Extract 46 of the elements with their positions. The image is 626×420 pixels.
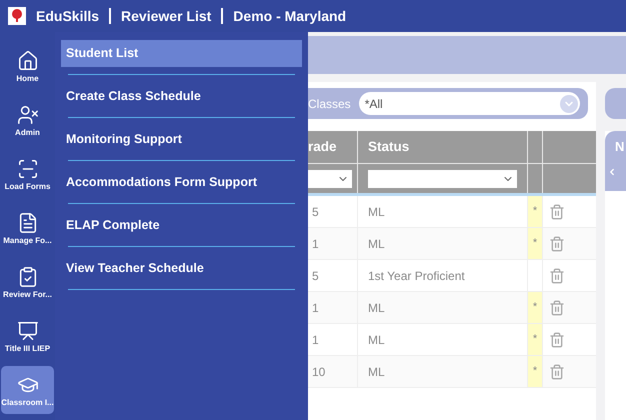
- flag-marker: *: [528, 228, 542, 259]
- flag-marker: *: [528, 324, 542, 355]
- delete-icon[interactable]: [549, 332, 565, 348]
- rail-item[interactable]: Title III LIEP: [1, 312, 54, 360]
- table-cell: 5: [308, 260, 358, 291]
- table-cell: 5: [308, 196, 358, 227]
- rail-item[interactable]: Load Forms: [1, 150, 54, 198]
- delete-icon[interactable]: [549, 300, 565, 316]
- side-filter-bar: [605, 88, 626, 119]
- flag-marker: *: [528, 196, 542, 227]
- rail-item[interactable]: Admin: [1, 96, 54, 144]
- table-cell: 1: [308, 324, 358, 355]
- panel-heading: N: [615, 138, 626, 156]
- menu-item[interactable]: Accommodations Form Support: [61, 169, 302, 196]
- header-title[interactable]: Demo - Maryland: [233, 6, 346, 26]
- status-filter-select[interactable]: [368, 170, 517, 188]
- rail-item[interactable]: Classroom I...: [1, 366, 54, 414]
- menu-item[interactable]: Monitoring Support: [61, 126, 302, 153]
- delete-icon[interactable]: [549, 268, 565, 284]
- delete-icon[interactable]: [549, 236, 565, 252]
- home-icon: [16, 50, 38, 72]
- grade-filter-select[interactable]: [308, 170, 352, 188]
- menu-item[interactable]: View Teacher Schedule: [61, 255, 302, 282]
- table-cell: 10: [308, 356, 358, 387]
- table-cell: 1: [308, 228, 358, 259]
- classes-select[interactable]: *All: [358, 92, 580, 115]
- menu-item[interactable]: Student List: [61, 40, 302, 67]
- rail-item[interactable]: Review For...: [1, 258, 54, 306]
- flag-marker: *: [528, 356, 542, 387]
- scroll-left-icon[interactable]: [607, 166, 617, 176]
- user-icon: [16, 104, 38, 126]
- table-cell: 1: [308, 292, 358, 323]
- header-title[interactable]: Reviewer List: [121, 6, 212, 26]
- logo-icon: [8, 7, 26, 25]
- filter-label: Classes: [308, 96, 351, 112]
- rail-item[interactable]: Manage Fo...: [1, 204, 54, 252]
- delete-icon[interactable]: [549, 364, 565, 380]
- table-cell: 1st Year Proficient: [358, 260, 528, 291]
- flag-marker: *: [528, 292, 542, 323]
- brand-name: EduSkills: [36, 6, 100, 26]
- menu-item[interactable]: ELAP Complete: [61, 212, 302, 239]
- delete-icon[interactable]: [549, 204, 565, 220]
- classroom-icon: [16, 320, 38, 342]
- menu-item[interactable]: Create Class Schedule: [61, 83, 302, 110]
- rail-item[interactable]: Home: [1, 42, 54, 90]
- scanner-icon: [16, 158, 38, 180]
